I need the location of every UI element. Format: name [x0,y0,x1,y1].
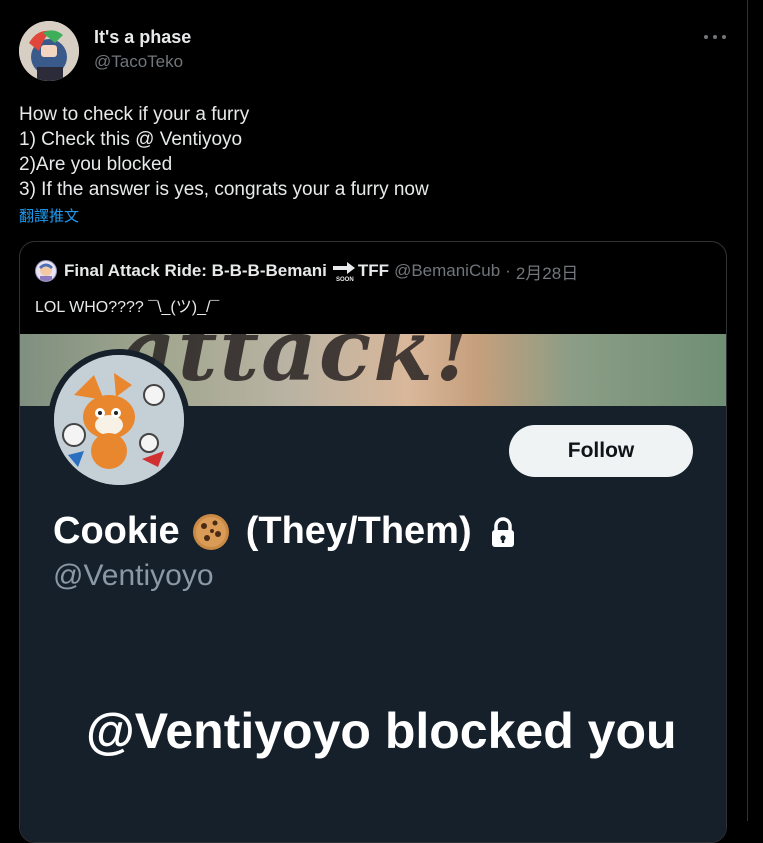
blocked-message: @Ventiyoyo blocked you [86,703,677,759]
profile-name-first: Cookie [53,510,180,552]
author-avatar[interactable] [19,21,79,81]
tweet-line: 2)Are you blocked [19,154,173,175]
lock-icon [490,516,516,548]
tweet-line: How to check if your a furry [19,104,250,125]
quote-author-avatar[interactable] [35,260,57,282]
more-options-icon[interactable] [704,28,726,46]
cookie-icon [192,513,230,551]
quote-tweet-card[interactable]: Final Attack Ride: B-B-B-Bemani SOON TFF… [19,241,727,843]
tweet-text: How to check if your a furry 1) Check th… [19,102,429,202]
quote-author-handle[interactable]: @BemaniCub [394,261,500,281]
svg-text:SOON: SOON [336,277,354,282]
quote-header: Final Attack Ride: B-B-B-Bemani SOON TFF… [35,259,578,283]
profile-avatar [48,349,190,491]
translate-tweet-link[interactable]: 翻譯推文 [19,205,79,226]
quote-separator: · [505,261,511,280]
quote-author-name-suffix[interactable]: TFF [358,261,389,281]
soon-arrow-icon: SOON [331,260,357,283]
quote-text: LOL WHO???? ¯\_(ツ)_/¯ [35,299,220,316]
quote-author-name[interactable]: Final Attack Ride: B-B-B-Bemani [64,261,327,281]
follow-button[interactable]: Follow [509,425,693,477]
profile-handle: @Ventiyoyo [53,559,214,592]
author-display-name[interactable]: It's a phase [94,27,191,48]
tweet-line: 1) Check this @ Ventiyoyo [19,129,243,150]
column-divider [747,0,748,821]
profile-name-pronouns: (They/Them) [245,510,472,552]
tweet-line: 3) If the answer is yes, congrats your a… [19,179,429,200]
profile-name: Cookie (They/Them) [53,510,516,553]
quote-image[interactable]: attack! Follow Cookie (They/Them) @Venti… [20,334,726,842]
quote-date[interactable]: 2月28日 [516,259,578,284]
author-handle[interactable]: @TacoTeko [94,52,183,72]
